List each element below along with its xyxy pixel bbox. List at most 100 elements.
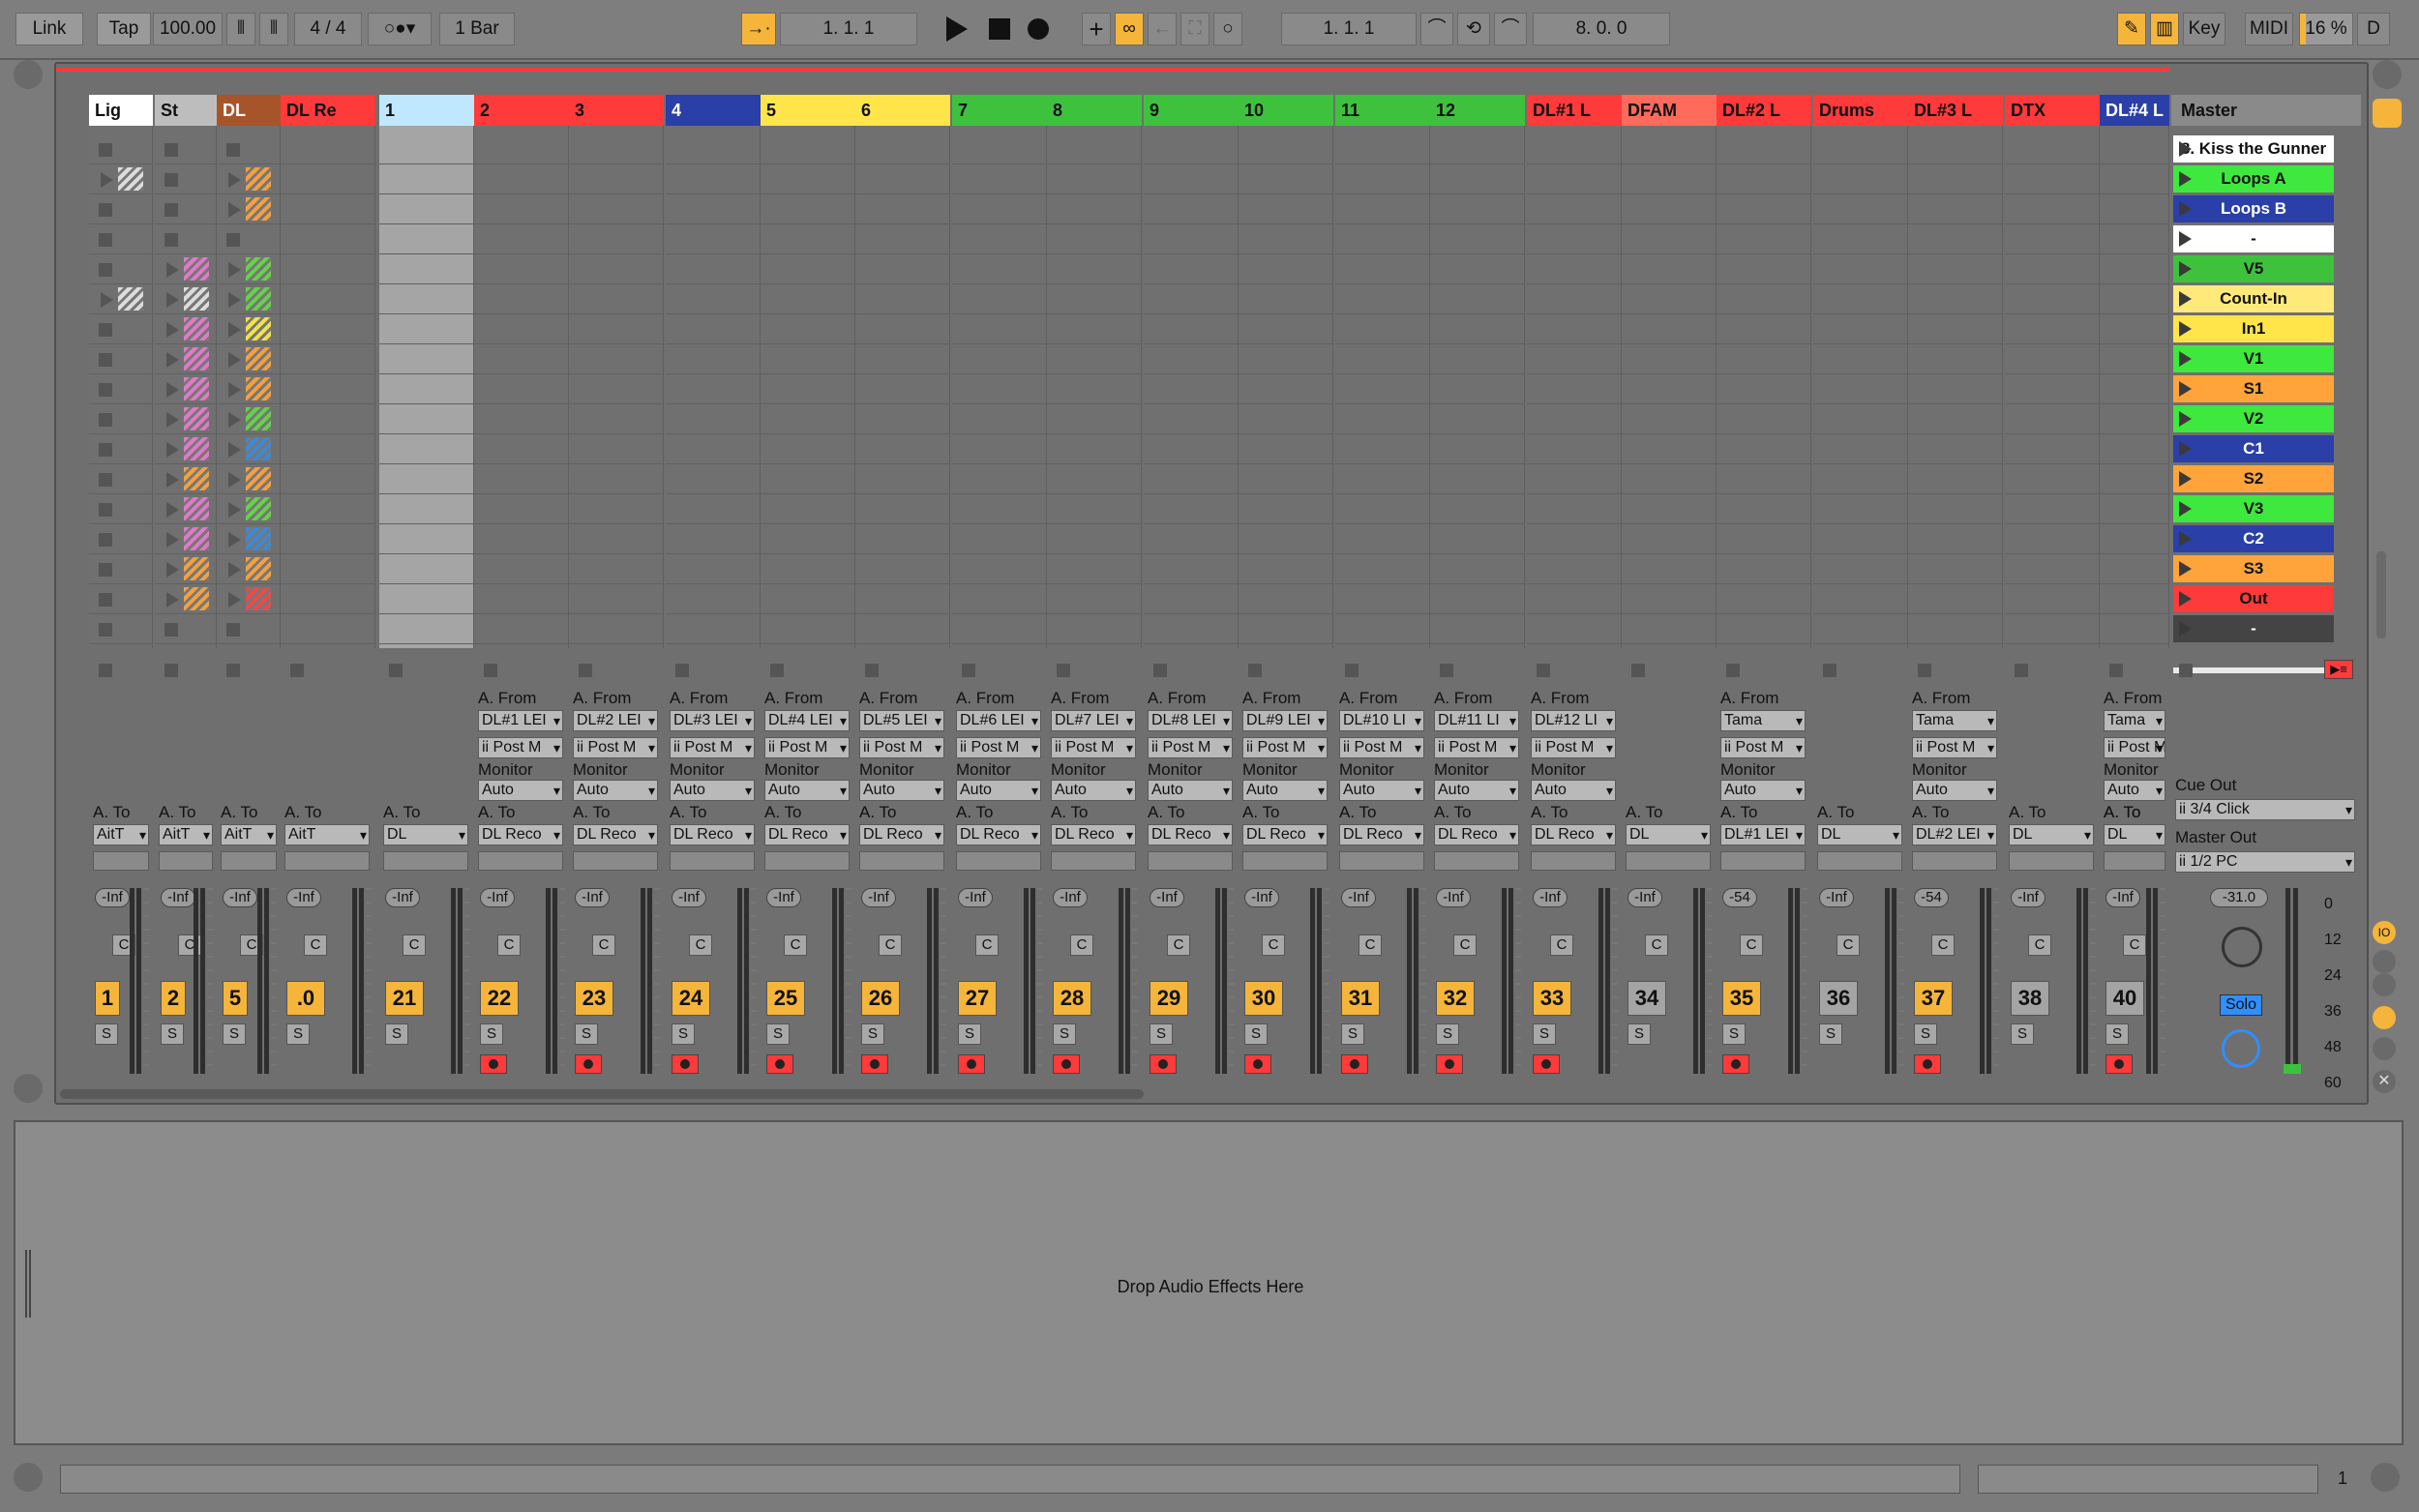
clip-slot[interactable] bbox=[281, 435, 375, 464]
clip-play-icon[interactable] bbox=[166, 352, 179, 368]
clip-slot[interactable] bbox=[281, 555, 375, 584]
clip-slot[interactable] bbox=[1717, 375, 1811, 404]
clip-slot[interactable] bbox=[2100, 345, 2169, 374]
clip-slot[interactable] bbox=[281, 255, 375, 284]
clip-stop-icon[interactable] bbox=[99, 533, 112, 547]
clip-slot[interactable] bbox=[1335, 465, 1430, 494]
clip-slot[interactable] bbox=[1239, 255, 1333, 284]
track-activator-button[interactable]: 2 bbox=[161, 981, 186, 1016]
clip-slot[interactable] bbox=[761, 435, 855, 464]
clip-slot[interactable] bbox=[761, 225, 855, 254]
clip[interactable] bbox=[184, 587, 209, 610]
clip-slot[interactable] bbox=[1908, 405, 2003, 434]
track-activator-button[interactable]: 23 bbox=[575, 981, 613, 1016]
clip-slot[interactable] bbox=[569, 615, 664, 644]
pan-knob-icon[interactable]: C bbox=[2028, 934, 2051, 956]
track-volume-field[interactable]: -Inf bbox=[958, 888, 993, 907]
clip-slot[interactable] bbox=[281, 345, 375, 374]
track-activator-button[interactable]: 33 bbox=[1533, 981, 1571, 1016]
clip-slot[interactable] bbox=[569, 435, 664, 464]
track-activator-button[interactable]: 35 bbox=[1722, 981, 1761, 1016]
input-type-select[interactable]: DL#11 LI bbox=[1434, 710, 1519, 731]
clip-slot[interactable] bbox=[569, 375, 664, 404]
clip-slot[interactable] bbox=[1717, 495, 1811, 524]
clip-slot[interactable] bbox=[952, 195, 1047, 224]
track-volume-field[interactable]: -Inf bbox=[223, 888, 257, 907]
scene-6[interactable]: In1 bbox=[2173, 315, 2334, 342]
clip-slot[interactable] bbox=[281, 405, 375, 434]
clip-slot[interactable] bbox=[1239, 495, 1333, 524]
clip-slot[interactable] bbox=[1622, 315, 1717, 344]
track-volume-field[interactable]: -Inf bbox=[861, 888, 896, 907]
pan-knob-icon[interactable] bbox=[2222, 927, 2262, 967]
clip-slot[interactable] bbox=[2100, 585, 2169, 614]
clip-slot[interactable] bbox=[1527, 345, 1622, 374]
output-type-select[interactable]: DL bbox=[2104, 824, 2165, 845]
clip[interactable] bbox=[246, 197, 271, 221]
clip-slot[interactable] bbox=[1717, 285, 1811, 314]
clip-slot[interactable] bbox=[474, 405, 569, 434]
track-activator-button[interactable]: 26 bbox=[861, 981, 900, 1016]
input-type-select[interactable]: DL#1 LEI bbox=[478, 710, 563, 731]
loop-start-field[interactable]: 1. 1. 1 bbox=[1281, 13, 1417, 45]
pan-knob-icon[interactable]: C bbox=[1359, 934, 1382, 956]
quantize-select[interactable]: 1 Bar bbox=[439, 13, 515, 45]
track-activator-button[interactable]: 32 bbox=[1436, 981, 1475, 1016]
clip-slot[interactable] bbox=[1527, 285, 1622, 314]
pan-knob-icon[interactable]: C bbox=[403, 934, 426, 956]
clip-stop-icon[interactable] bbox=[99, 443, 112, 457]
clip-slot[interactable] bbox=[1813, 405, 1908, 434]
nudge-down-icon[interactable]: ⦀ bbox=[226, 13, 255, 45]
clip-play-icon[interactable] bbox=[228, 562, 241, 578]
clip-slot[interactable] bbox=[1047, 225, 1142, 254]
clip-slot[interactable] bbox=[1527, 615, 1622, 644]
arm-button[interactable] bbox=[2105, 1054, 2133, 1074]
track-header-20[interactable]: DL#3 L bbox=[1908, 95, 2003, 126]
clip-slot[interactable] bbox=[1239, 345, 1333, 374]
output-channel-field[interactable] bbox=[1148, 851, 1233, 871]
clip-slot[interactable] bbox=[569, 285, 664, 314]
output-type-select[interactable]: DL Reco bbox=[1339, 824, 1424, 845]
pan-knob-icon[interactable]: C bbox=[1931, 934, 1955, 956]
clip-slot[interactable] bbox=[1622, 135, 1717, 164]
solo-button[interactable]: Solo bbox=[2220, 994, 2262, 1016]
output-channel-field[interactable] bbox=[1817, 851, 1902, 871]
clip-slot[interactable] bbox=[666, 165, 761, 194]
clip-play-icon[interactable] bbox=[228, 532, 241, 548]
clip-slot[interactable] bbox=[1335, 615, 1430, 644]
track-activator-button[interactable]: 25 bbox=[766, 981, 805, 1016]
clip-slot[interactable] bbox=[1717, 195, 1811, 224]
clip-slot[interactable] bbox=[855, 525, 950, 554]
clip-play-icon[interactable] bbox=[228, 442, 241, 458]
clip-slot[interactable] bbox=[1813, 135, 1908, 164]
pan-knob-icon[interactable]: C bbox=[975, 934, 999, 956]
track-header-2[interactable]: DL bbox=[217, 95, 281, 126]
solo-button[interactable]: S bbox=[575, 1023, 598, 1045]
clip-slot[interactable] bbox=[666, 315, 761, 344]
clip-slot[interactable] bbox=[379, 525, 474, 554]
clip-slot[interactable] bbox=[761, 585, 855, 614]
clip-slot[interactable] bbox=[666, 225, 761, 254]
clip-slot[interactable] bbox=[761, 135, 855, 164]
punch-out-icon[interactable]: ⌒ bbox=[1494, 13, 1527, 45]
solo-button[interactable]: S bbox=[2011, 1023, 2034, 1045]
track-header-5[interactable]: 2 bbox=[474, 95, 569, 126]
nudge-up-icon[interactable]: ⦀ bbox=[259, 13, 288, 45]
arm-button[interactable] bbox=[958, 1054, 985, 1074]
clip[interactable] bbox=[184, 527, 209, 550]
clip[interactable] bbox=[246, 407, 271, 430]
track-activator-button[interactable]: 5 bbox=[223, 981, 248, 1016]
clip-slot[interactable] bbox=[379, 135, 474, 164]
clip-slot[interactable] bbox=[2100, 135, 2169, 164]
clip-slot[interactable] bbox=[1813, 195, 1908, 224]
cue-out-select[interactable]: ii 3/4 Click bbox=[2175, 799, 2355, 820]
clip-slot[interactable] bbox=[474, 195, 569, 224]
clip-slot[interactable] bbox=[1908, 135, 2003, 164]
clip-slot[interactable] bbox=[1239, 135, 1333, 164]
track-stop-icon[interactable] bbox=[770, 664, 784, 677]
arm-button[interactable] bbox=[1341, 1054, 1368, 1074]
clip-slot[interactable] bbox=[1335, 315, 1430, 344]
arm-button[interactable] bbox=[1722, 1054, 1749, 1074]
track-volume-field[interactable]: -Inf bbox=[1436, 888, 1471, 907]
clip-slot[interactable] bbox=[1813, 525, 1908, 554]
